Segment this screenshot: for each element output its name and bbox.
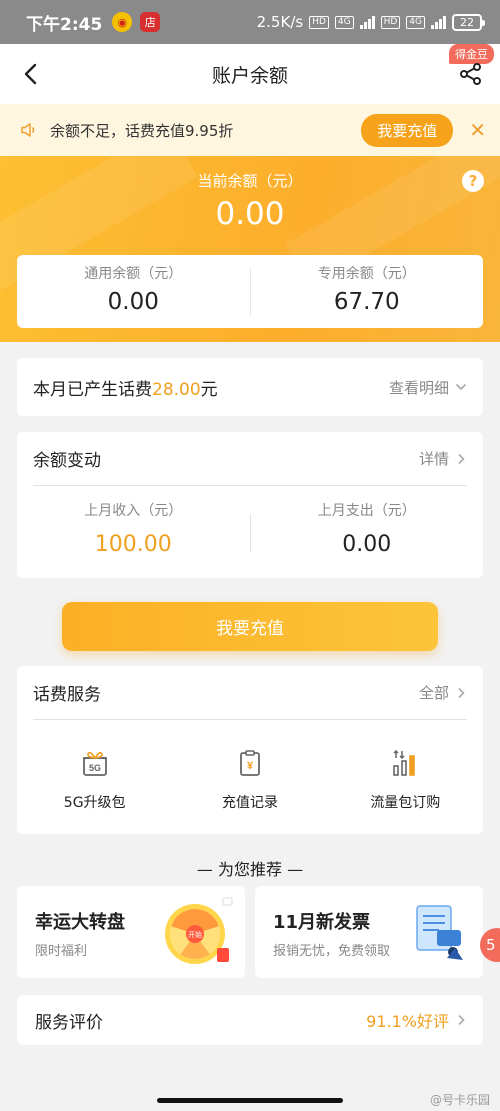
- monthly-fee-suffix: 元: [200, 379, 218, 400]
- chevron-down-icon: [455, 383, 467, 391]
- watermark: @号卡乐园: [429, 1093, 490, 1107]
- fee-service-header[interactable]: 话费服务 全部: [33, 666, 467, 720]
- service-rating-title: 服务评价: [35, 1012, 103, 1033]
- general-balance-value: 0.00: [107, 289, 159, 315]
- signal-icon: [359, 15, 375, 29]
- speaker-icon: [21, 123, 35, 137]
- hd-icon-2: HD: [380, 15, 401, 29]
- current-balance-label: 当前余额（元）: [197, 172, 303, 190]
- special-balance-value: 67.70: [333, 289, 400, 315]
- monthly-fee-prefix: 本月已产生话费: [33, 379, 152, 400]
- expense-label: 上月支出（元）: [317, 503, 416, 519]
- network-type-icon-2: 4G: [406, 15, 425, 29]
- service-data-package[interactable]: 流量包订购: [328, 720, 483, 834]
- svg-text:5G: 5G: [89, 763, 101, 773]
- all-label: 全部: [418, 684, 449, 702]
- notice-recharge-button[interactable]: 我要充值: [361, 113, 454, 147]
- special-balance-label: 专用余额（元）: [317, 266, 416, 282]
- low-balance-notice: 余额不足，话费充值9.95折 我要充值 ✕: [0, 104, 500, 156]
- wheel-start-label: 开始: [188, 930, 202, 939]
- page-title: 账户余额: [211, 64, 288, 87]
- chevron-right-icon: [458, 453, 465, 464]
- balance-change-details-link[interactable]: 详情: [419, 448, 467, 469]
- net-speed: 2.5K/s: [256, 13, 304, 31]
- nav-bar: 账户余额 得金豆: [0, 44, 500, 104]
- service-rating-value: 91.1%好评: [366, 1012, 449, 1031]
- 5g-gift-icon: 5G: [82, 751, 107, 776]
- home-indicator[interactable]: [157, 1098, 343, 1103]
- balance-breakdown-card: 通用余额（元） 0.00 专用余额（元） 67.70: [17, 255, 483, 328]
- battery-icon: 22: [452, 13, 485, 31]
- monthly-fee-text: 本月已产生话费28.00元: [33, 375, 218, 400]
- service-label: 5G升级包: [63, 795, 126, 811]
- service-rating-link[interactable]: 91.1%好评: [366, 1008, 467, 1032]
- general-balance: 通用余额（元） 0.00: [17, 255, 250, 328]
- all-services-link[interactable]: 全部: [419, 682, 467, 703]
- balance-change-header[interactable]: 余额变动 详情: [33, 432, 467, 486]
- last-month-income: 上月收入（元） 100.00: [17, 486, 250, 578]
- back-arrow-icon[interactable]: [18, 60, 46, 88]
- special-balance: 专用余额（元） 67.70: [251, 255, 484, 328]
- promo-lucky-wheel[interactable]: 幸运大转盘 限时福利 开始: [17, 886, 245, 978]
- expense-value: 0.00: [342, 532, 392, 557]
- help-icon[interactable]: ?: [462, 170, 484, 192]
- balance-hero: 当前余额（元） 0.00 ? 通用余额（元） 0.00 专用余额（元） 67.7…: [0, 156, 500, 342]
- notice-text: 余额不足，话费充值9.95折: [50, 121, 234, 140]
- current-balance-value: 0.00: [215, 196, 285, 232]
- balance-change-card: 余额变动 详情 上月收入（元） 100.00 上月支出（元） 0.00: [17, 432, 483, 578]
- weibo-app-icon: ◉: [112, 12, 133, 32]
- recommend-title: — 为您推荐 —: [196, 860, 304, 879]
- service-5g-upgrade[interactable]: 5G 5G升级包: [17, 720, 172, 834]
- view-details-link[interactable]: 查看明细: [389, 377, 467, 398]
- network-type-icon: 4G: [334, 15, 354, 29]
- income-label: 上月收入（元）: [84, 503, 183, 519]
- recharge-record-icon: ¥: [240, 750, 260, 776]
- general-balance-label: 通用余额（元）: [84, 266, 183, 282]
- recharge-button[interactable]: 我要充值: [62, 602, 438, 651]
- status-time: 下午2:45: [26, 14, 103, 35]
- svg-text:¥: ¥: [247, 760, 254, 772]
- last-month-expense: 上月支出（元） 0.00: [251, 486, 484, 578]
- income-value: 100.00: [94, 532, 172, 557]
- monthly-fee-amount: 28.00: [152, 379, 201, 400]
- promo-new-invoice[interactable]: 11月新发票 报销无忧，免费领取: [255, 886, 483, 978]
- share-icon[interactable]: [458, 61, 484, 87]
- lucky-wheel-icon: 开始: [165, 897, 233, 964]
- chevron-right-icon: [458, 1014, 465, 1026]
- data-package-icon: [393, 749, 416, 776]
- status-bar: 下午2:45 ◉ 店 2.5K/s HD 4G HD 4G 22: [0, 0, 500, 44]
- chevron-right-icon: [458, 687, 465, 698]
- view-details-label: 查看明细: [388, 378, 449, 397]
- details-label: 详情: [418, 450, 449, 468]
- invoice-illustration-icon: [416, 905, 463, 960]
- balance-change-title: 余额变动: [33, 451, 101, 471]
- signal-icon-2: [431, 15, 446, 29]
- close-icon[interactable]: ✕: [469, 118, 486, 142]
- service-recharge-record[interactable]: ¥ 充值记录: [172, 720, 327, 834]
- service-label: 充值记录: [221, 795, 278, 811]
- monthly-fee-card[interactable]: 本月已产生话费28.00元 查看明细: [17, 358, 483, 416]
- fee-service-card: 话费服务 全部 5G 5G升级包 ¥ 充值记录 流量包订购: [17, 666, 483, 834]
- service-rating-card[interactable]: 服务评价 91.1%好评: [17, 995, 483, 1045]
- service-label: 流量包订购: [370, 795, 441, 811]
- floating-badge-button[interactable]: 5: [480, 928, 500, 962]
- shop-app-icon: 店: [140, 12, 161, 32]
- hd-icon: HD: [309, 15, 329, 29]
- fee-service-title: 话费服务: [33, 685, 101, 705]
